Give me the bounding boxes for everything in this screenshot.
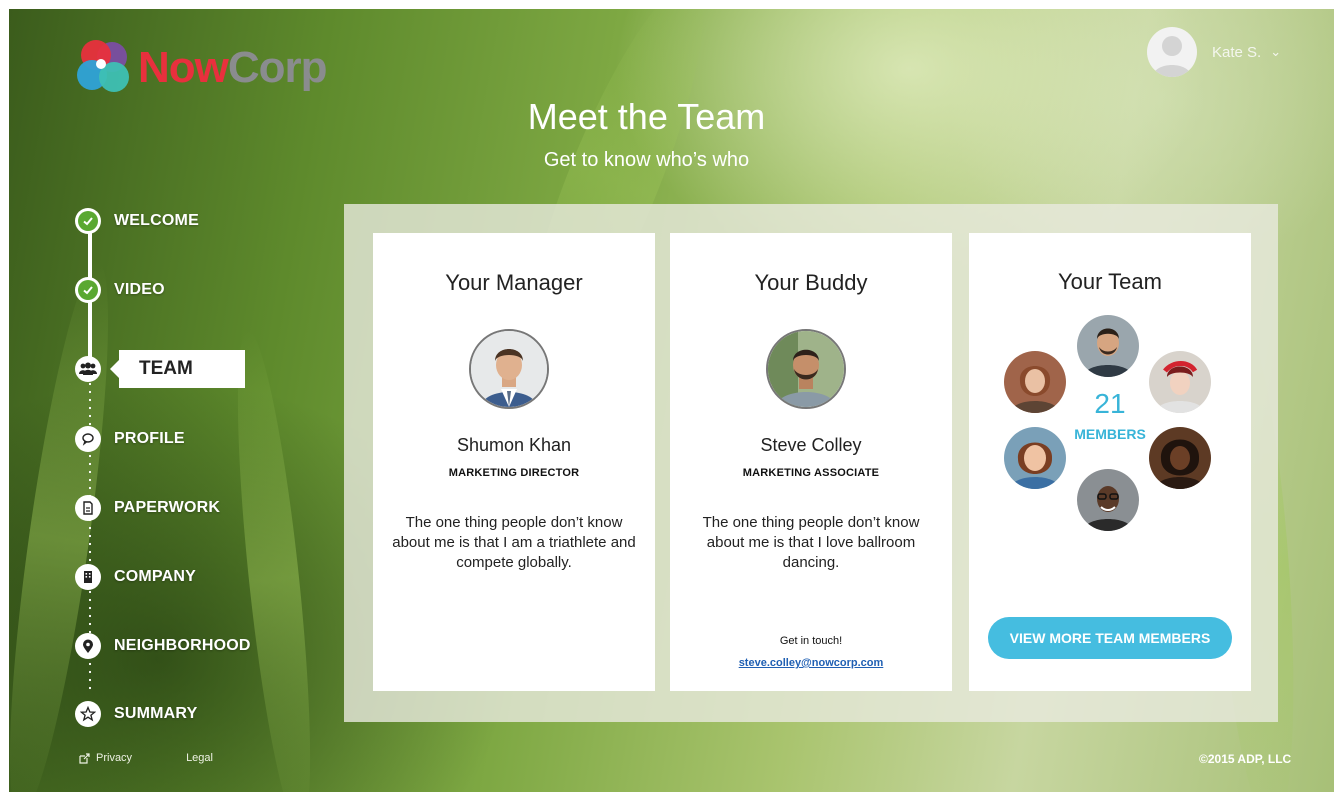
nav-item-summary[interactable]: SUMMARY (75, 700, 197, 728)
nowcorp-logo[interactable]: NowCorp (74, 37, 364, 99)
contact-label: Get in touch! (779, 635, 843, 647)
star-icon (75, 701, 101, 727)
nav-item-label: WELCOME (114, 212, 199, 229)
team-panel: Your Manager Shumon Khan MARKETING DIREC… (344, 204, 1278, 722)
page-subtitle: Get to know who’s who (543, 149, 750, 171)
nav-item-team-dot[interactable] (75, 355, 101, 383)
team-card: Your Team 21 MEMBERS VIEW MORE TEAM MEMB… (969, 233, 1251, 691)
team-member-count: 21 (1094, 388, 1126, 419)
copyright: ©2015 ADP, LLC (1199, 752, 1292, 766)
building-icon (75, 564, 101, 590)
person-silhouette-icon (1152, 36, 1192, 77)
manager-name: Shumon Khan (456, 435, 572, 455)
nav-item-label: PROFILE (114, 430, 185, 447)
speech-bubble-icon (75, 426, 101, 452)
group-icon (75, 356, 101, 382)
privacy-link[interactable]: Privacy (96, 752, 132, 764)
nav-item-team[interactable]: TEAM (110, 350, 245, 388)
nav-item-welcome[interactable]: WELCOME (75, 207, 199, 235)
legal-link[interactable]: Legal (186, 752, 213, 764)
buddy-quote: The one thing people don’t know about me… (702, 514, 920, 571)
view-more-team-members-button[interactable]: VIEW MORE TEAM MEMBERS (988, 617, 1232, 659)
document-icon (75, 495, 101, 521)
nav-item-label: COMPANY (114, 568, 196, 585)
nav-item-company[interactable]: COMPANY (75, 563, 196, 591)
buddy-card: Your Buddy Steve Colley MARKETING ASSOCI… (670, 233, 952, 691)
nav-item-label: TEAM (139, 358, 193, 379)
buddy-card-title: Your Buddy (754, 270, 868, 295)
buddy-email-link[interactable]: steve.colley@nowcorp.com (670, 657, 952, 669)
buddy-name: Steve Colley (760, 435, 862, 455)
user-avatar (1147, 27, 1197, 77)
user-menu[interactable]: Kate S. ⌄ (1147, 26, 1281, 78)
nav-item-label: SUMMARY (114, 705, 198, 722)
nav-item-neighborhood[interactable]: NEIGHBORHOOD (75, 632, 251, 660)
manager-photo (469, 329, 549, 409)
nav-item-video[interactable]: VIDEO (75, 276, 165, 304)
background-scene: NowCorp Kate S. ⌄ Meet the Team Get to k… (9, 9, 1334, 792)
footer-links: Privacy Legal (79, 752, 213, 764)
onboarding-steps-nav: WELCOME VIDEO TEAM PROFILE PAPERWORK COM… (75, 204, 335, 727)
nav-item-label: PAPERWORK (114, 499, 221, 516)
check-circle-icon (75, 277, 101, 303)
external-link-icon (79, 752, 90, 764)
flower-logo-icon (77, 40, 129, 92)
nav-item-label: NEIGHBORHOOD (114, 637, 251, 654)
page-title: Meet the Team (527, 96, 766, 137)
user-name: Kate S. (1212, 43, 1262, 61)
team-member-photo[interactable] (1077, 315, 1139, 377)
nav-item-label: VIDEO (114, 281, 165, 298)
team-card-title: Your Team (1058, 269, 1162, 294)
team-member-count-label: MEMBERS (1074, 426, 1146, 442)
brand-name-part2: Corp (227, 43, 328, 92)
manager-role: MARKETING DIRECTOR (448, 467, 580, 479)
buddy-photo (766, 329, 846, 409)
nav-item-profile[interactable]: PROFILE (75, 425, 185, 453)
brand-name-part1: Now (138, 43, 229, 92)
nav-item-paperwork[interactable]: PAPERWORK (75, 494, 220, 522)
check-circle-icon (75, 208, 101, 234)
team-member-photo[interactable] (1077, 469, 1139, 531)
manager-card: Your Manager Shumon Khan MARKETING DIREC… (373, 233, 655, 691)
manager-card-title: Your Manager (445, 270, 583, 295)
manager-quote: The one thing people don’t know about me… (392, 514, 636, 571)
buddy-role: MARKETING ASSOCIATE (742, 467, 880, 479)
map-pin-icon (75, 633, 101, 659)
brand-name: NowCorp (138, 41, 328, 95)
chevron-down-icon: ⌄ (1270, 44, 1282, 59)
